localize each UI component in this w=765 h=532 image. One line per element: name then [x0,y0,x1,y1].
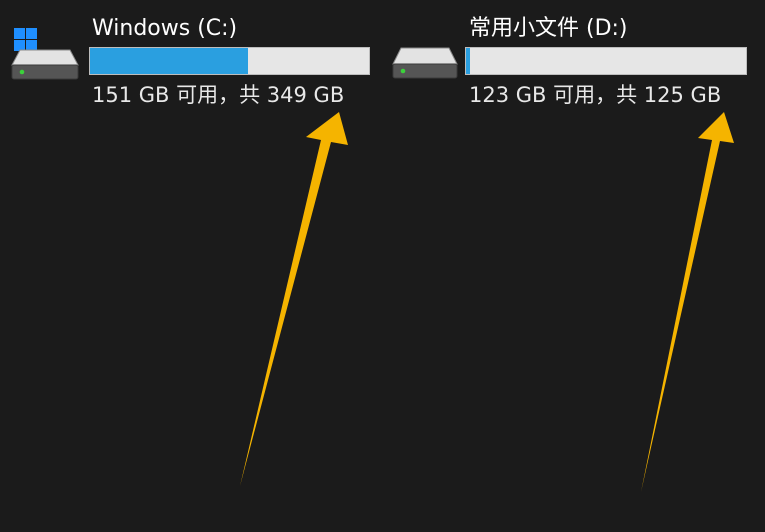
arrow-annotation [641,112,734,492]
arrow-annotation [240,112,348,486]
arrow-annotations [240,112,734,492]
